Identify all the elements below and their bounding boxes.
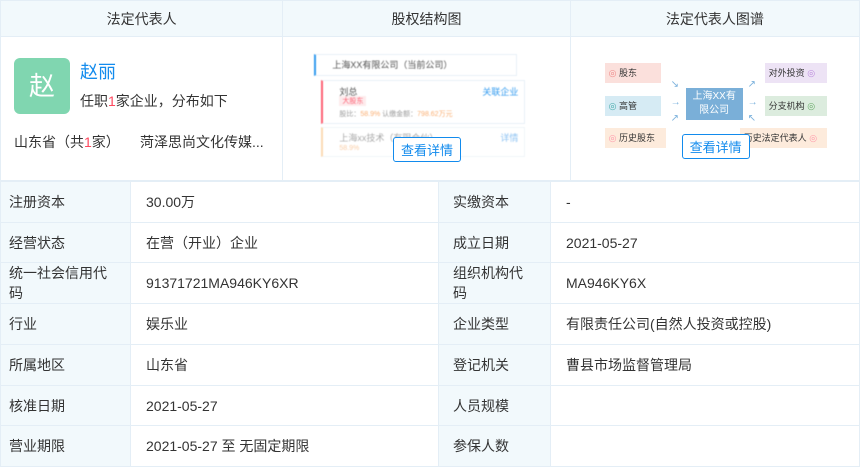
graph-node-hist-shareholder: ◎ 历史股东 (604, 128, 666, 148)
summary-panel: 法定代表人 赵 赵丽 任职1家企业，分布如下 山东省（共1家） 菏泽思尚文化传媒… (0, 0, 860, 181)
graph-center-company: 上海XX有限公司 (685, 88, 743, 120)
prov-post: 家） (91, 134, 120, 150)
arrow-icon: ↘ (670, 79, 680, 90)
desc-count: 1 (108, 93, 116, 109)
field-value (550, 384, 860, 427)
field-label: 企业类型 (438, 303, 551, 346)
arrow-icon: ↖ (747, 113, 757, 124)
graph-view-details-button[interactable]: 查看详情 (681, 134, 750, 159)
business-info-table: 注册资本 30.00万 实缴资本 - 经营状态 在营（开业）企业 成立日期 2021-05-2… (0, 181, 860, 468)
field-value: 2021-05-27 (130, 384, 439, 427)
prov-pre: 山东省（共 (14, 134, 84, 150)
graph-node-hist-rep: 历史法定代表人 ◎ (739, 128, 827, 148)
field-label: 经营状态 (0, 221, 131, 264)
field-label: 行业 (0, 303, 131, 346)
related-link: 关联企业 (482, 87, 519, 97)
field-value: 91371721MA946KY6XR (130, 262, 439, 305)
graph-node-invest: 对外投资 ◎ (764, 63, 827, 83)
sub-detail: 详情 (500, 133, 519, 143)
sub-ratio: 58.9% (339, 145, 360, 152)
equity-view-details-button[interactable]: 查看详情 (393, 137, 462, 162)
node-icon: ◎ (804, 101, 816, 111)
node-label: 历史股东 (619, 133, 656, 143)
equity-header: 股权结构图 (283, 1, 570, 37)
legal-rep-header: 法定代表人 (1, 1, 283, 37)
table-row: 所属地区 山东省 登记机关 曹县市场监督管理局 (0, 344, 860, 386)
legal-rep-name-link[interactable]: 赵丽 (80, 58, 116, 84)
major-holder-tag: 大股东 (339, 96, 367, 106)
node-icon: ◎ (608, 133, 620, 143)
field-value: 娱乐业 (130, 303, 439, 346)
graph-node-exec: ◎ 高管 (604, 96, 661, 116)
field-label: 登记机关 (438, 344, 551, 386)
arrow-icon: → (747, 97, 758, 108)
node-label: 高管 (619, 101, 638, 111)
table-row: 行业 娱乐业 企业类型 有限责任公司(自然人投资或控股) (0, 303, 860, 346)
arrow-icon: ↗ (747, 79, 757, 90)
node-icon: ◎ (806, 133, 818, 143)
field-label: 实缴资本 (438, 181, 551, 223)
field-value (550, 425, 860, 468)
field-value: 在营（开业）企业 (130, 221, 439, 264)
desc-pre: 任职 (80, 93, 108, 109)
table-row: 核准日期 2021-05-27 人员规模 (0, 384, 860, 427)
graph-header: 法定代表人图谱 (570, 1, 859, 37)
field-label: 组织机构代码 (438, 262, 551, 305)
desc-post: 家企业，分布如下 (115, 93, 228, 109)
equity-current-company: 上海XX有限公司（当前公司） (314, 54, 518, 76)
node-label: 股东 (619, 68, 638, 78)
amount-label: 认缴金额： (382, 111, 418, 118)
table-row: 经营状态 在营（开业）企业 成立日期 2021-05-27 (0, 221, 860, 264)
equity-structure-section: 股权结构图 上海XX有限公司（当前公司） 刘总 关联企业 大股东 股比：58.9… (283, 1, 571, 180)
field-label: 统一社会信用代码 (0, 262, 131, 305)
node-icon: ◎ (804, 68, 816, 78)
graph-node-shareholder: ◎ 股东 (604, 63, 661, 83)
field-value: 曹县市场监督管理局 (550, 344, 860, 386)
node-label: 分支机构 (768, 101, 805, 111)
graph-node-branch: 分支机构 ◎ (764, 96, 827, 116)
legal-rep-section: 法定代表人 赵 赵丽 任职1家企业，分布如下 山东省（共1家） 菏泽思尚文化传媒… (1, 1, 284, 180)
amount-value: 798.62万元 (417, 111, 453, 118)
arrow-icon: → (670, 97, 681, 108)
legal-rep-desc: 任职1家企业，分布如下 (80, 91, 228, 111)
equity-holder-card: 刘总 关联企业 大股东 股比：58.9% 认缴金额：798.62万元 (321, 80, 526, 124)
node-icon: ◎ (608, 68, 620, 78)
field-label: 人员规模 (438, 384, 551, 427)
node-label: 历史法定代表人 (743, 133, 807, 143)
field-label: 核准日期 (0, 384, 131, 427)
table-row: 营业期限 2021-05-27 至 无固定期限 参保人数 (0, 425, 860, 468)
ratio-label: 股比： (339, 111, 361, 118)
table-row: 注册资本 30.00万 实缴资本 - (0, 181, 860, 223)
field-label: 注册资本 (0, 181, 131, 223)
avatar: 赵 (14, 58, 70, 114)
table-row: 统一社会信用代码 91371721MA946KY6XR 组织机构代码 MA946KY6… (0, 262, 860, 305)
field-value: 有限责任公司(自然人投资或控股) (550, 303, 860, 346)
company-link[interactable]: 菏泽思尚文化传媒... (140, 132, 264, 152)
field-value: 30.00万 (130, 181, 439, 223)
field-value: MA946KY6X (550, 262, 860, 305)
field-label: 所属地区 (0, 344, 131, 386)
rep-graph-section: 法定代表人图谱 ◎ 股东 ◎ 高管 ◎ 历史股东 上海XX有限公司 ↘ → ↗ … (570, 1, 859, 180)
field-label: 参保人数 (438, 425, 551, 468)
field-value: 山东省 (130, 344, 439, 386)
node-icon: ◎ (608, 101, 620, 111)
field-value: - (550, 181, 860, 223)
field-label: 成立日期 (438, 221, 551, 264)
arrow-icon: ↗ (670, 113, 680, 124)
ratio-value: 58.9% (360, 111, 381, 118)
rep-graph-preview[interactable]: ◎ 股东 ◎ 高管 ◎ 历史股东 上海XX有限公司 ↘ → ↗ ↗ → ↖ 对外… (571, 37, 859, 180)
node-label: 对外投资 (768, 68, 805, 78)
prov-count: 1 (84, 134, 92, 150)
field-value: 2021-05-27 至 无固定期限 (130, 425, 439, 468)
field-label: 营业期限 (0, 425, 131, 468)
province-count[interactable]: 山东省（共1家） (14, 132, 120, 152)
field-value: 2021-05-27 (550, 221, 860, 264)
